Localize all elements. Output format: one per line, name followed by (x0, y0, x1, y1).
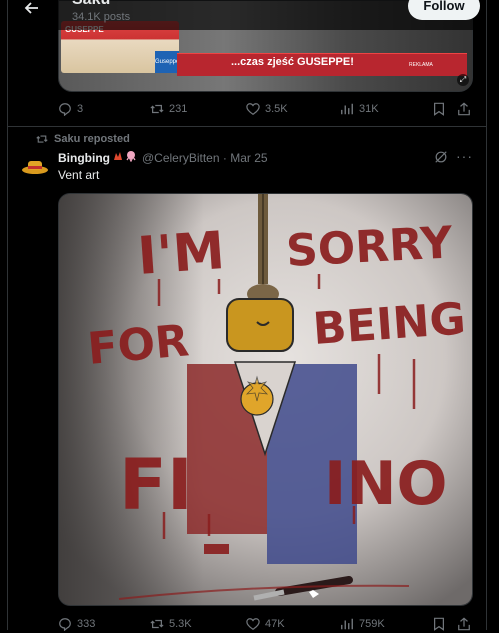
like-button[interactable]: 3.5K (246, 100, 288, 118)
art-text-3b: INO (324, 449, 448, 519)
timeline-right-border (486, 0, 487, 630)
repost-icon (36, 135, 48, 143)
more-options-icon[interactable]: ··· (456, 148, 473, 164)
post-image[interactable]: I'M SORRY FOR BEING FI INO (58, 193, 473, 606)
back-arrow-icon[interactable] (22, 0, 46, 18)
ad-reklama-label: REKLAMA (409, 62, 433, 68)
fullscreen-icon[interactable]: ⤢ (457, 74, 469, 86)
art-text-2a: FOR (86, 315, 191, 375)
reply-button[interactable]: 3 (58, 100, 83, 118)
share-button[interactable] (457, 615, 476, 633)
bookmark-icon (434, 102, 444, 116)
post-divider (8, 126, 486, 127)
reply-button[interactable]: 333 (58, 615, 95, 633)
repost-icon (150, 104, 164, 114)
reply-icon (59, 618, 71, 632)
vent-art-image: I'M SORRY FOR BEING FI INO (59, 194, 472, 605)
bookmark-button[interactable] (432, 100, 451, 118)
heart-icon (246, 103, 260, 116)
profile-post-count: 34.1K posts (72, 11, 131, 23)
share-icon (458, 102, 470, 116)
author-name: Bingbing (58, 151, 110, 165)
timeline-left-border (7, 0, 8, 630)
reply-count: 3 (77, 103, 84, 116)
post-author[interactable]: Bingbing @CeleryBitten · Mar 25 (58, 150, 268, 165)
post-text: Vent art (58, 168, 100, 182)
views-count: 759K (359, 618, 385, 631)
bookmark-icon (434, 617, 444, 631)
art-text-1b: SORRY (285, 217, 455, 277)
share-icon (458, 617, 470, 631)
reply-count: 333 (77, 618, 96, 631)
avatar[interactable] (20, 152, 50, 182)
repost-actions: 333 5.3K 47K 759K (58, 615, 471, 633)
author-handle-date: @CeleryBitten · Mar 25 (141, 151, 268, 165)
share-button[interactable] (457, 100, 476, 118)
top-post-actions: 3 231 3.5K 31K (58, 100, 471, 118)
art-text-3a: FI (119, 444, 193, 526)
follow-button[interactable]: Follow (408, 0, 480, 20)
channel-badge: Guseppe (155, 51, 179, 73)
views-count: 31K (359, 103, 379, 116)
art-text-2b: BEING (311, 293, 467, 355)
heart-icon (246, 618, 260, 631)
repost-count: 5.3K (169, 618, 192, 631)
like-count: 3.5K (265, 103, 288, 116)
views-icon (341, 103, 353, 115)
like-count: 47K (265, 618, 285, 631)
ad-banner-text: ...czas zjeść GUSEPPE! (231, 56, 354, 68)
repost-button[interactable]: 231 (150, 100, 187, 118)
profile-name: Saku (72, 0, 110, 9)
repost-indicator[interactable]: Saku reposted (36, 133, 130, 145)
repost-button[interactable]: 5.3K (150, 615, 192, 633)
grok-icon[interactable] (434, 150, 448, 169)
like-button[interactable]: 47K (246, 615, 285, 633)
hat-avatar-icon (22, 161, 48, 174)
repost-count: 231 (169, 103, 188, 116)
art-text-1a: I'M (136, 221, 227, 287)
reply-icon (59, 103, 71, 117)
name-emoji-icons (112, 151, 138, 165)
views-button[interactable]: 759K (340, 615, 385, 633)
views-button[interactable]: 31K (340, 100, 379, 118)
bookmark-button[interactable] (432, 615, 451, 633)
repost-label: Saku reposted (54, 133, 130, 145)
profile-header: Saku 34.1K posts Follow (8, 0, 486, 30)
repost-icon (150, 619, 164, 629)
views-icon (341, 618, 353, 630)
